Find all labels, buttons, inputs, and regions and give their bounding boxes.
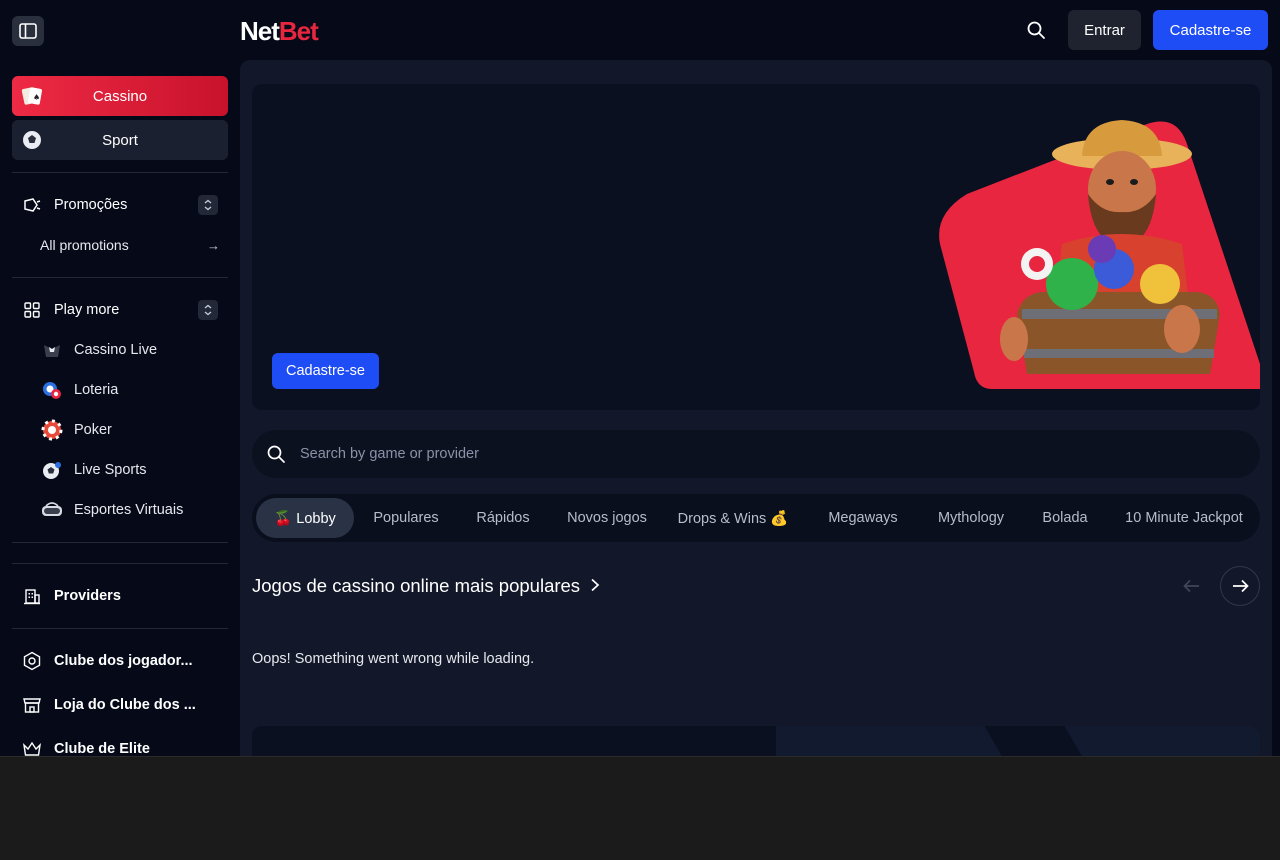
tab-drops-wins[interactable]: Drops & Wins 💰	[666, 498, 800, 538]
sidebar-item-loja-clube[interactable]: Loja do Clube dos ...	[22, 693, 218, 717]
sidebar-item-live-sports[interactable]: Live Sports	[40, 458, 220, 482]
tab-novos-jogos[interactable]: Novos jogos	[554, 498, 660, 538]
tab-mythology[interactable]: Mythology	[922, 498, 1020, 538]
tab-10-minute-jackpot[interactable]: 10 Minute Jackpot	[1112, 498, 1256, 538]
sidebar-item-label: Play more	[54, 302, 120, 318]
soccer-ball-icon	[20, 128, 44, 152]
sidebar-toggle-icon	[19, 23, 37, 39]
carousel-next-button[interactable]	[1220, 566, 1260, 606]
tab-rapidos[interactable]: Rápidos	[458, 498, 548, 538]
sidebar-item-cassino[interactable]: ♠ Cassino	[12, 76, 228, 116]
carousel-prev-button[interactable]	[1180, 574, 1204, 598]
store-icon	[22, 695, 42, 715]
poker-chip-icon	[40, 418, 64, 442]
megaphone-icon	[22, 195, 42, 215]
game-search-input[interactable]	[300, 446, 1200, 462]
hero-banner	[252, 84, 1260, 410]
sidebar-item-label: Sport	[102, 131, 138, 149]
sidebar-item-label: Cassino	[92, 87, 148, 105]
netbet-logo[interactable]: NetBet	[240, 16, 319, 47]
sidebar-item-promocoes[interactable]: Promoções	[22, 193, 218, 217]
signup-button[interactable]: Cadastre-se	[1153, 10, 1268, 50]
sidebar-divider	[12, 542, 228, 543]
live-ball-icon	[40, 458, 64, 482]
sidebar-item-clube-jogadores[interactable]: Clube dos jogador...	[22, 649, 218, 673]
category-tabs: 🍒 Lobby Populares Rápidos Novos jogos Dr…	[252, 494, 1260, 542]
arrow-left-icon	[1183, 579, 1199, 593]
tab-bolada[interactable]: Bolada	[1026, 498, 1104, 538]
badge-icon	[22, 651, 42, 671]
sidebar-item-poker[interactable]: Poker	[40, 418, 220, 442]
sidebar-item-esportes-virtuais[interactable]: Esportes Virtuais	[40, 498, 220, 522]
tab-megaways[interactable]: Megaways	[808, 498, 918, 538]
svg-text:♠: ♠	[33, 93, 40, 102]
sidebar-item-sport[interactable]: Sport	[12, 120, 228, 160]
grid-icon	[22, 300, 42, 320]
sidebar-divider	[12, 277, 228, 278]
app-window: NetBet Entrar Cadastre-se ♠ Cassino Spor…	[0, 0, 1280, 756]
game-search-bar[interactable]	[252, 430, 1260, 478]
login-button[interactable]: Entrar	[1068, 10, 1141, 50]
sidebar-toggle-button[interactable]	[12, 16, 44, 46]
tab-lobby[interactable]: 🍒 Lobby	[256, 498, 354, 538]
tab-populares[interactable]: Populares	[360, 498, 452, 538]
sidebar-item-label: Clube dos jogador...	[54, 653, 193, 669]
search-icon[interactable]	[1024, 18, 1048, 42]
sidebar-item-label: All promotions	[40, 237, 129, 253]
expand-toggle-icon[interactable]	[198, 195, 218, 215]
arrow-right-icon: →	[207, 237, 220, 253]
search-icon	[264, 442, 288, 466]
sidebar-divider	[12, 563, 228, 564]
sidebar-item-label: Live Sports	[74, 462, 147, 478]
sidebar-item-label: Loteria	[74, 382, 119, 398]
sidebar-item-cassino-live[interactable]: Cassino Live	[40, 338, 220, 362]
sidebar-item-clube-elite[interactable]: Clube de Elite	[22, 737, 218, 756]
chevron-right-icon	[590, 575, 600, 597]
sidebar-item-all-promotions[interactable]: All promotions →	[40, 233, 220, 257]
sidebar-item-label: Poker	[74, 422, 112, 438]
expand-toggle-icon[interactable]	[198, 300, 218, 320]
crown-icon	[22, 739, 42, 756]
logo-bet-text: Bet	[278, 16, 319, 46]
loading-error-message: Oops! Something went wrong while loading…	[252, 651, 535, 667]
playing-cards-icon: ♠	[20, 84, 44, 108]
logo-net-text: Net	[240, 16, 280, 46]
sidebar-divider	[12, 628, 228, 629]
promo-card[interactable]	[252, 726, 1260, 756]
sidebar-item-label: Cassino Live	[74, 342, 158, 358]
sidebar-item-label: Loja do Clube dos ...	[54, 697, 196, 713]
lottery-ball-icon	[40, 378, 64, 402]
sidebar-item-loteria[interactable]: Loteria	[40, 378, 220, 402]
section-title-link[interactable]: Jogos de cassino online mais populares	[252, 575, 600, 597]
sidebar-item-play-more[interactable]: Play more	[22, 298, 218, 322]
sidebar-item-providers[interactable]: Providers	[22, 584, 218, 608]
sidebar-item-label: Esportes Virtuais	[74, 502, 184, 518]
vr-headset-icon	[40, 498, 64, 522]
sidebar-item-label: Promoções	[54, 197, 128, 213]
building-icon	[22, 586, 42, 606]
dealer-icon	[40, 338, 64, 362]
sidebar-item-label: Providers	[54, 588, 121, 604]
cowboy-mascot-illustration	[939, 120, 1260, 389]
hero-signup-button[interactable]: Cadastre-se	[272, 353, 379, 389]
arrow-right-icon	[1233, 579, 1249, 593]
sidebar-divider	[12, 172, 228, 173]
section-title: Jogos de cassino online mais populares	[252, 575, 581, 596]
bottom-panel	[0, 756, 1280, 860]
sidebar-item-label: Clube de Elite	[54, 741, 150, 756]
